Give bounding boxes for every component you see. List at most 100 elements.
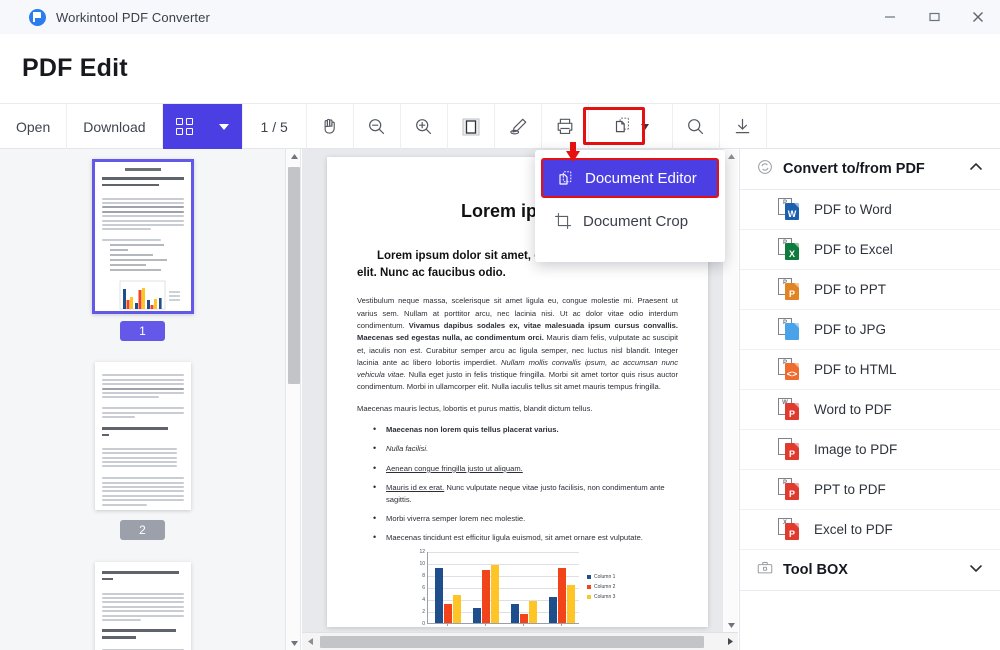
- thumbnail-page-1[interactable]: [92, 159, 194, 314]
- chart-y-tick-label: 0: [422, 620, 425, 627]
- thumbnail-preview: [95, 162, 191, 311]
- section-title: Convert to/from PDF: [783, 161, 925, 177]
- dropdown-item-label: Document Crop: [583, 212, 689, 230]
- chart-x-tick: [561, 622, 562, 626]
- list-item: Aenean congue fringilla justo ut aliquam…: [373, 462, 678, 476]
- scroll-up-arrow[interactable]: [286, 149, 302, 163]
- chart-bar: [566, 584, 575, 623]
- minimize-icon[interactable]: [868, 0, 912, 34]
- chart-y-tick-label: 8: [422, 572, 425, 579]
- pen-edit-button[interactable]: [495, 104, 542, 149]
- fit-page-button[interactable]: [448, 104, 495, 149]
- chart-legend-entry: Column 2: [587, 584, 615, 590]
- viewer-horizontal-scrollbar[interactable]: [302, 632, 738, 650]
- thumbnail-panel[interactable]: 1 2: [0, 149, 285, 650]
- convert-option-pdf-to-html[interactable]: P<> PDF to HTML: [740, 350, 1000, 390]
- dropdown-item-label: Document Editor: [585, 169, 697, 187]
- zoom-out-icon: [366, 116, 387, 137]
- chart-plot-area: 0 2 4 6 8 10 12: [419, 549, 579, 627]
- scrollbar-thumb[interactable]: [320, 636, 704, 648]
- convert-option-word-to-pdf[interactable]: WP Word to PDF: [740, 390, 1000, 430]
- thumbnail-page-3[interactable]: [95, 562, 191, 650]
- thumbnail-preview: [95, 362, 191, 510]
- word-to-pdf-icon: WP: [778, 397, 802, 422]
- chart-x-tick: [447, 622, 448, 626]
- excel-to-pdf-icon: XP: [778, 517, 802, 542]
- convert-option-image-to-pdf[interactable]: P Image to PDF: [740, 430, 1000, 470]
- pdf-to-jpg-icon: P: [778, 317, 802, 342]
- maximize-icon[interactable]: [912, 0, 956, 34]
- chart-y-tick-label: 10: [419, 560, 425, 567]
- chart-y-tick-label: 4: [422, 596, 425, 603]
- dropdown-item-document-editor[interactable]: Document Editor: [541, 158, 719, 198]
- search-icon: [685, 116, 706, 137]
- grid-view-button[interactable]: [162, 104, 207, 149]
- pen-edit-icon: [507, 116, 529, 138]
- open-button[interactable]: Open: [0, 104, 68, 149]
- chart-bar: [528, 600, 537, 623]
- scroll-right-arrow[interactable]: [722, 633, 738, 650]
- dropdown-item-document-crop[interactable]: Document Crop: [535, 198, 725, 244]
- crop-icon: [553, 211, 583, 231]
- convert-option-pdf-to-word[interactable]: PW PDF to Word: [740, 190, 1000, 230]
- download-save-icon: [732, 116, 753, 137]
- scroll-left-arrow[interactable]: [302, 633, 318, 650]
- section-header-toolbox[interactable]: Tool BOX: [740, 550, 1000, 591]
- document-bullet-list: Maecenas non lorem quis tellus placerat …: [373, 423, 678, 545]
- page-title: PDF Edit: [22, 54, 128, 82]
- grid-view-icon: [176, 118, 194, 135]
- chart-y-tick-label: 2: [422, 608, 425, 615]
- document-paragraph-2: Maecenas mauris lectus, lobortis et puru…: [357, 403, 593, 413]
- convert-option-label: Image to PDF: [814, 442, 898, 457]
- legend-label: Column 3: [594, 593, 616, 600]
- right-panel: Convert to/from PDF PW PDF to Word PX PDF t…: [739, 149, 1000, 650]
- convert-option-label: PDF to HTML: [814, 362, 897, 377]
- workintool-logo: [29, 8, 46, 26]
- scroll-up-arrow[interactable]: [723, 149, 739, 163]
- save-button[interactable]: [720, 104, 767, 149]
- hand-tool-button[interactable]: [307, 104, 354, 149]
- legend-swatch: [587, 584, 591, 589]
- chevron-up-icon[interactable]: [968, 159, 984, 180]
- convert-option-pdf-to-jpg[interactable]: P PDF to JPG: [740, 310, 1000, 350]
- convert-option-excel-to-pdf[interactable]: XP Excel to PDF: [740, 510, 1000, 550]
- pdf-to-html-icon: P<>: [778, 357, 802, 382]
- scroll-down-arrow[interactable]: [286, 636, 302, 650]
- chart-bar: [557, 568, 566, 623]
- thumbnail-chart: [119, 280, 180, 310]
- chart-bar-group: [510, 600, 537, 623]
- download-button[interactable]: Download: [67, 104, 163, 149]
- convert-circular-icon: [756, 158, 774, 181]
- thumbnail-page-2[interactable]: [95, 362, 191, 510]
- page-indicator[interactable]: 1 / 5: [243, 104, 307, 149]
- chart-bar: [510, 603, 519, 623]
- convert-options-list: PWPDF to WordPXPDF to ExcelPPPDF to PPTP…: [740, 190, 1000, 550]
- zoom-out-button[interactable]: [354, 104, 401, 149]
- chart-bar: [490, 565, 499, 623]
- convert-option-label: PPT to PDF: [814, 482, 886, 497]
- legend-label: Column 1: [594, 573, 616, 580]
- zoom-in-button[interactable]: [401, 104, 448, 149]
- pdf-to-ppt-icon: PP: [778, 277, 802, 302]
- thumbnail-scrollbar[interactable]: [285, 149, 301, 650]
- thumbnail-label-2: 2: [120, 520, 165, 540]
- convert-option-ppt-to-pdf[interactable]: PP PPT to PDF: [740, 470, 1000, 510]
- document-tools-button[interactable]: [589, 104, 673, 149]
- close-icon[interactable]: [956, 0, 1000, 34]
- legend-swatch: [587, 594, 591, 599]
- chart-x-tick: [523, 622, 524, 626]
- scrollbar-thumb[interactable]: [288, 167, 300, 384]
- convert-option-label: PDF to PPT: [814, 282, 887, 297]
- search-button[interactable]: [673, 104, 720, 149]
- scroll-down-arrow[interactable]: [723, 618, 739, 632]
- image-to-pdf-icon: P: [778, 437, 802, 462]
- convert-option-pdf-to-ppt[interactable]: PP PDF to PPT: [740, 270, 1000, 310]
- zoom-in-icon: [413, 116, 434, 137]
- chart-bar: [434, 568, 443, 623]
- chevron-down-icon[interactable]: [968, 560, 984, 581]
- section-header-convert[interactable]: Convert to/from PDF: [740, 149, 1000, 190]
- list-item: Maecenas non lorem quis tellus placerat …: [373, 423, 678, 437]
- grid-view-dropdown-button[interactable]: [206, 104, 243, 149]
- document-pages-icon: [611, 114, 633, 139]
- convert-option-pdf-to-excel[interactable]: PX PDF to Excel: [740, 230, 1000, 270]
